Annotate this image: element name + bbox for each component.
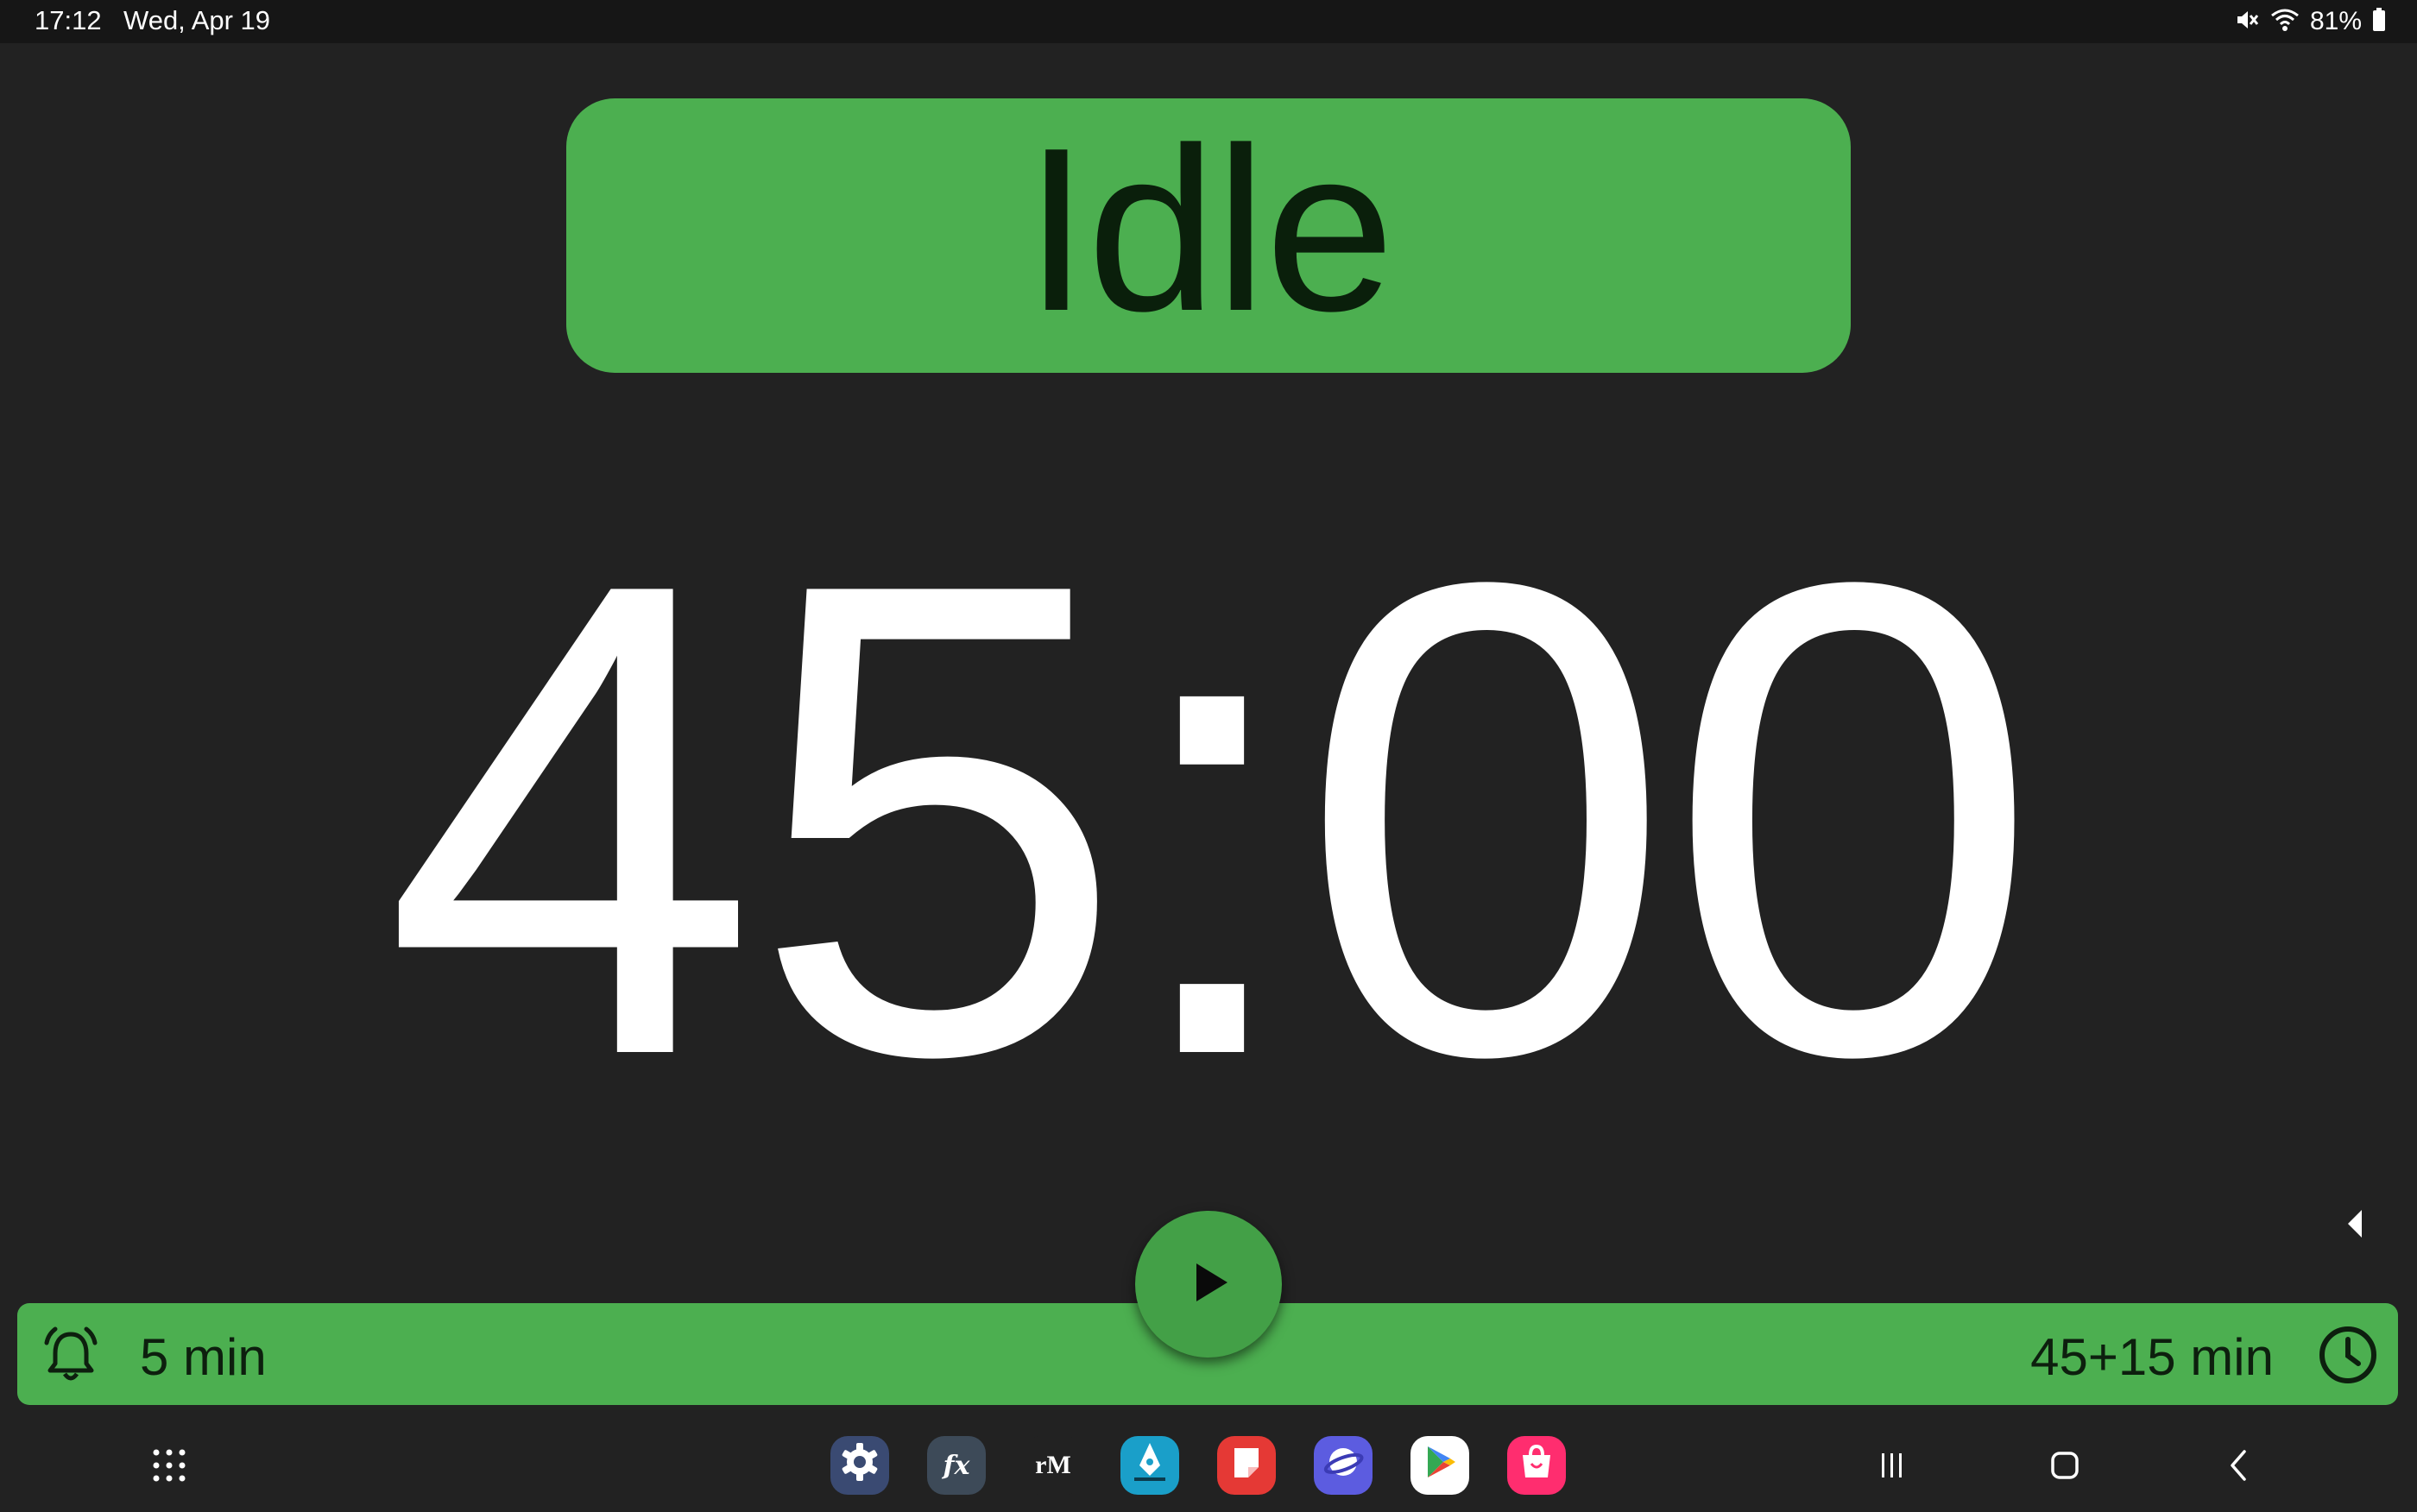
break-duration-label[interactable]: 5 min <box>140 1327 267 1387</box>
back-button[interactable] <box>2220 1446 2258 1484</box>
session-duration-label[interactable]: 45+15 min <box>2030 1327 2274 1387</box>
play-icon <box>1184 1258 1233 1311</box>
timer-state-label: Idle <box>1024 100 1394 360</box>
navigation-bar: fx rM <box>0 1415 2417 1512</box>
status-date: Wed, Apr 19 <box>123 5 271 35</box>
wifi-icon <box>2270 7 2300 37</box>
clock-icon[interactable] <box>2317 1324 2379 1386</box>
planet-icon <box>1322 1441 1364 1490</box>
timer-screen: 17:12 Wed, Apr 19 81% Idle 45:00 5 min 4… <box>0 0 2417 1512</box>
recents-button[interactable] <box>1873 1446 1911 1484</box>
bell-icon[interactable] <box>40 1324 102 1386</box>
shopping-bag-icon <box>1518 1443 1556 1488</box>
play-store-app[interactable] <box>1410 1436 1469 1495</box>
timer-state-banner: Idle <box>566 98 1851 373</box>
settings-app[interactable] <box>830 1436 889 1495</box>
remarkable-app[interactable]: rM <box>1024 1436 1082 1495</box>
pen-nib-icon <box>1131 1441 1169 1490</box>
app-drawer-icon[interactable] <box>152 1448 186 1483</box>
app-dock: fx rM <box>830 1436 1566 1495</box>
fx-app[interactable]: fx <box>927 1436 986 1495</box>
play-store-icon <box>1421 1443 1459 1488</box>
internet-app[interactable] <box>1314 1436 1373 1495</box>
battery-percent: 81% <box>2309 7 2362 35</box>
mute-icon <box>2234 7 2260 37</box>
status-time: 17:12 <box>35 5 102 35</box>
status-icons: 81% <box>2234 5 2386 38</box>
galaxy-store-app[interactable] <box>1507 1436 1566 1495</box>
edge-panel-handle[interactable] <box>2341 1206 2367 1241</box>
play-button[interactable] <box>1135 1211 1282 1358</box>
status-bar: 17:12 Wed, Apr 19 81% <box>0 0 2417 43</box>
note-icon <box>1227 1443 1265 1488</box>
notes-app[interactable] <box>1217 1436 1276 1495</box>
battery-icon <box>2372 7 2386 36</box>
pen-app[interactable] <box>1120 1436 1179 1495</box>
home-button[interactable] <box>2046 1446 2084 1484</box>
gear-icon <box>839 1441 880 1490</box>
countdown-display[interactable]: 45:00 <box>0 483 2417 1156</box>
